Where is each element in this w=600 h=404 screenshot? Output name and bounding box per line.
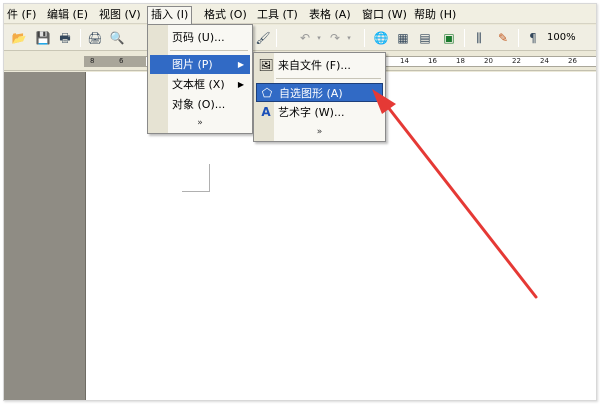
annotation-arrow-head xyxy=(372,89,396,114)
word-window: 件 (F) 编辑 (E) 视图 (V) 插入 (I) 格式 (O) 工具 (T)… xyxy=(3,3,597,401)
annotation-arrow-shaft xyxy=(382,100,538,299)
annotation-arrow xyxy=(372,89,538,299)
